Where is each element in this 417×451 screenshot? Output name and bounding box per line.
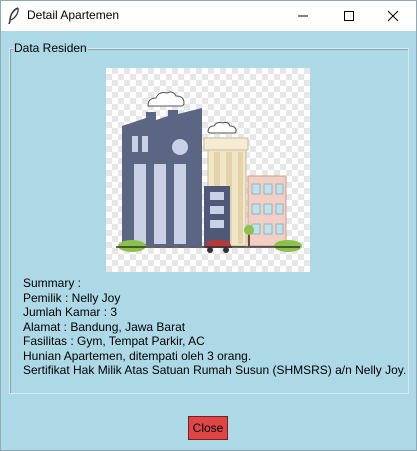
facilities-text: Fasilitas : Gym, Tempat Parkir, AC — [23, 334, 205, 348]
window-close-button[interactable] — [370, 1, 416, 31]
certificate-text: Sertifikat Hak Milik Atas Satuan Rumah S… — [23, 363, 407, 377]
rooms-text: Jumlah Kamar : 3 — [23, 305, 118, 319]
maximize-button[interactable] — [326, 1, 372, 31]
minimize-icon — [298, 15, 308, 17]
apartment-image — [106, 68, 310, 272]
apartment-illustration — [116, 91, 302, 253]
summary-heading: Summary : — [23, 276, 82, 290]
feather-icon — [7, 7, 21, 25]
close-button[interactable]: Close — [188, 416, 228, 440]
address-text: Alamat : Bandung, Jawa Barat — [23, 319, 186, 334]
app-window: Detail Apartemen Data Residen Summary: … — [0, 0, 417, 451]
frame-label: Data Residen — [13, 41, 88, 55]
maximize-icon — [344, 11, 354, 21]
owner-text: Pemilik : Nelly Joy — [23, 290, 121, 305]
window-title: Detail Apartemen — [27, 8, 120, 22]
minimize-button[interactable] — [280, 1, 326, 31]
occupancy-text: Hunian Apartemen, ditempati oleh 3 orang… — [23, 348, 252, 363]
apartment-info: Summary : Pemilik : Nelly Joy Jumlah Kam… — [23, 276, 406, 378]
close-icon — [387, 10, 399, 22]
title-bar[interactable]: Detail Apartemen — [1, 1, 416, 31]
